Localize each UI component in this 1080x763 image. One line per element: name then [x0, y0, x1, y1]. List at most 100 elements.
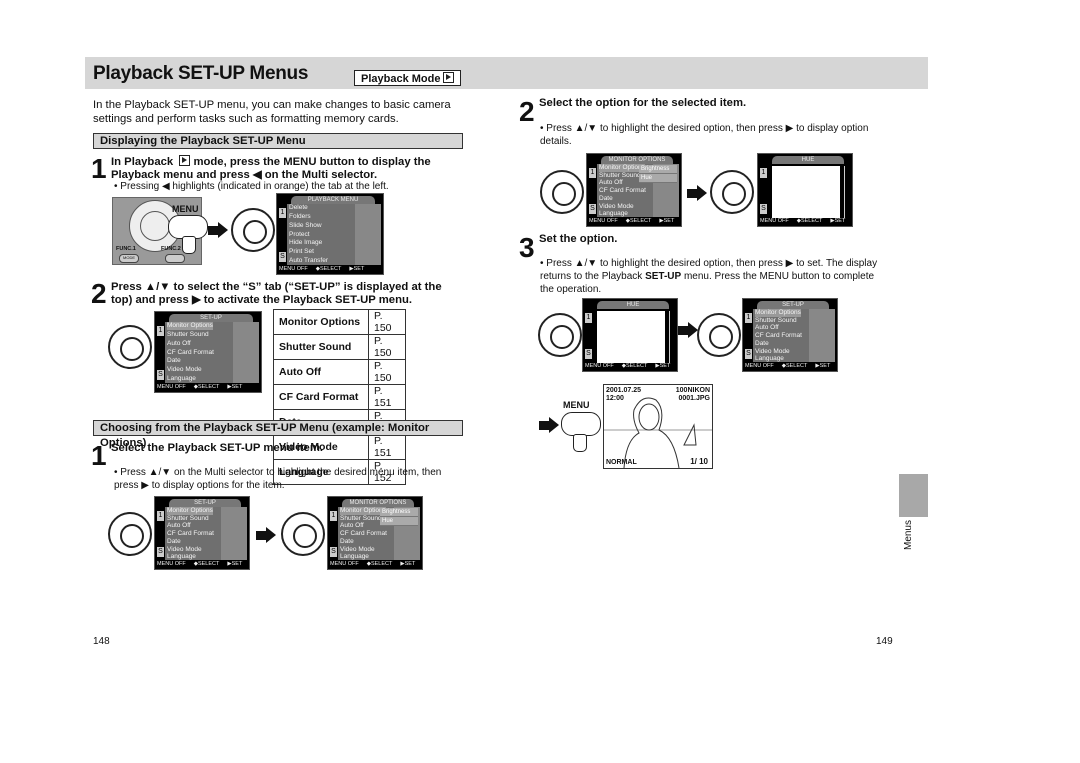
chapter-tab-label: Menus: [903, 520, 914, 551]
table-row: CF Card Format P. 151: [273, 384, 406, 410]
lcd-footer-select: ◆SELECT: [621, 363, 648, 369]
lcd-menu-item: Video Mode: [167, 366, 202, 374]
table-row: Monitor Options P. 150: [273, 309, 406, 335]
section-heading: Choosing from the Playback SET-UP Menu (…: [93, 420, 463, 449]
lcd-footer: MENU OFF ◆SELECT ▶SET: [589, 217, 679, 225]
menu-label: MENU: [563, 400, 590, 410]
lcd-submenu: Brightness Hue: [380, 508, 418, 526]
mode-badge: Playback Mode: [354, 70, 461, 86]
lcd-screen-setup: SET-UP 1 S Monitor Options Shutter Sound Auto…: [154, 311, 262, 393]
photo-date: 2001.07.25: [606, 387, 642, 394]
lcd-tab-s: S: [330, 547, 337, 557]
lcd-tab-s: S: [157, 370, 164, 380]
lcd-menu-body: Monitor Options Shutter Sound Auto Off CF C…: [165, 507, 247, 560]
photo-file: 0001.JPG: [678, 395, 710, 402]
lcd-menu-body: Monitor Options Shutter Sound Auto Off CF C…: [165, 322, 259, 383]
lcd-tab-1: 1: [157, 511, 164, 521]
lcd-tab-1: 1: [745, 313, 752, 323]
page-reference-table: Monitor Options P. 150 Shutter Sound P. 150…: [273, 309, 406, 485]
lcd-footer-set: ▶SET: [830, 218, 846, 224]
lcd-menu-item: Hide Image: [289, 239, 323, 247]
step-text: Set the option.: [539, 233, 618, 245]
hue-preview: [772, 166, 840, 218]
lcd-footer-off: MENU OFF: [157, 384, 186, 390]
multi-selector-icon: [281, 512, 325, 556]
lcd-footer: MENU OFF ◆SELECT ▶SET: [760, 217, 850, 225]
page-number-right: 149: [876, 636, 893, 647]
lcd-footer-set: ▶SET: [227, 384, 243, 390]
lcd-menu-item: Auto Off: [167, 339, 191, 347]
lcd-tab-s: S: [745, 349, 752, 359]
menu-item-name: Shutter Sound: [273, 334, 369, 360]
lcd-submenu: Brightness Hue: [639, 165, 677, 183]
lcd-footer-set: ▶SET: [227, 561, 243, 567]
lcd-tab-1: 1: [585, 313, 592, 323]
lcd-menu-item: Date: [167, 357, 181, 365]
hue-scale: [669, 311, 676, 363]
menu-item-name: Auto Off: [273, 359, 369, 385]
intro-text: In the Playback SET-UP menu, you can mak…: [93, 99, 451, 125]
lcd-menu-body: Monitor Options Shutter Sound Auto Off CF C…: [338, 507, 420, 560]
hand-pointer-icon: [573, 434, 587, 452]
lcd-menu-body: Delete Folders Slide Show Protect Hide Image…: [287, 204, 381, 265]
lcd-submenu-item: Brightness: [639, 165, 677, 174]
lcd-footer: MENU OFF ◆SELECT ▶SET: [279, 265, 381, 273]
hand-pointer-icon: [182, 236, 196, 254]
lcd-tab-s: S: [585, 349, 592, 359]
lcd-menu-item: Shutter Sound: [167, 330, 209, 338]
page-ref: P. 151: [368, 384, 406, 410]
lcd-title: HUE: [772, 156, 844, 164]
multi-selector-icon: [231, 208, 275, 252]
step-text: Press ▲/▼ to select the “S” tab (“SET-UP…: [111, 281, 442, 306]
multi-selector-icon: [108, 512, 152, 556]
lcd-screen-hue: HUE 1 S MENU OFF ◆SELECT ▶SET: [757, 153, 853, 227]
lcd-menu-item: Folders: [289, 212, 311, 220]
arrow-right-icon: [208, 222, 230, 238]
menu-label: MENU: [172, 204, 199, 214]
step-number: 2: [91, 278, 107, 309]
arrow-right-icon: [687, 185, 709, 201]
lcd-footer-select: ◆SELECT: [796, 218, 823, 224]
lcd-menu-side: [233, 322, 259, 383]
lcd-menu-body: Monitor Options Shutter Sound Auto Off CF C…: [753, 309, 835, 362]
lcd-menu-side: [809, 309, 835, 362]
lcd-title: MONITOR OPTIONS: [342, 499, 414, 507]
menu-item-name: CF Card Format: [273, 384, 369, 410]
lcd-submenu-item: Brightness: [380, 508, 418, 517]
table-row: Shutter Sound P. 150: [273, 334, 406, 360]
lcd-footer-off: MENU OFF: [760, 218, 789, 224]
step-number: 1: [91, 440, 107, 471]
lcd-menu-item: Slide Show: [289, 221, 322, 229]
hue-preview: [597, 311, 665, 363]
lcd-footer-set: ▶SET: [349, 266, 365, 272]
hue-scale: [844, 166, 851, 218]
lcd-footer: MENU OFF ◆SELECT ▶SET: [157, 383, 259, 391]
step-number: 1: [91, 153, 107, 184]
lcd-footer: MENU OFF ◆SELECT ▶SET: [745, 362, 835, 370]
lcd-footer: MENU OFF ◆SELECT ▶SET: [330, 560, 420, 568]
section-heading: Displaying the Playback SET-UP Menu: [93, 133, 463, 149]
lcd-tab-1: 1: [330, 511, 337, 521]
playback-icon: [179, 155, 191, 166]
lcd-footer-set: ▶SET: [655, 363, 671, 369]
bullet-text-bold: SET-UP: [645, 271, 682, 282]
lcd-screen-playback: PLAYBACK MENU 1 S Delete Folders Slide Show Pr…: [276, 193, 384, 275]
lcd-footer-off: MENU OFF: [589, 218, 618, 224]
lcd-screen-monitor: MONITOR OPTIONS 1 S Monitor Options Shutter …: [586, 153, 682, 227]
playback-icon: [443, 72, 455, 83]
lcd-footer-select: ◆SELECT: [193, 384, 220, 390]
lcd-tab-s: S: [760, 204, 767, 214]
lcd-menu-item: CF Card Format: [167, 348, 214, 356]
arrow-right-icon: [539, 417, 561, 433]
lcd-tab-s: S: [279, 252, 286, 262]
lcd-screen-monitor: MONITOR OPTIONS 1 S Monitor Options Shutter …: [327, 496, 423, 570]
lcd-menu-side: [221, 507, 247, 560]
lcd-tab-1: 1: [157, 326, 164, 336]
step-number: 3: [519, 232, 535, 263]
mode-button: MODE: [119, 254, 139, 263]
step-text: Select the option for the selected item.: [539, 97, 747, 109]
lcd-footer-off: MENU OFF: [745, 363, 774, 369]
lcd-footer-set: ▶SET: [815, 363, 831, 369]
lcd-submenu-item: Hue: [639, 174, 677, 183]
lcd-menu-body: Monitor Options Shutter Sound Auto Off CF C…: [597, 164, 679, 217]
